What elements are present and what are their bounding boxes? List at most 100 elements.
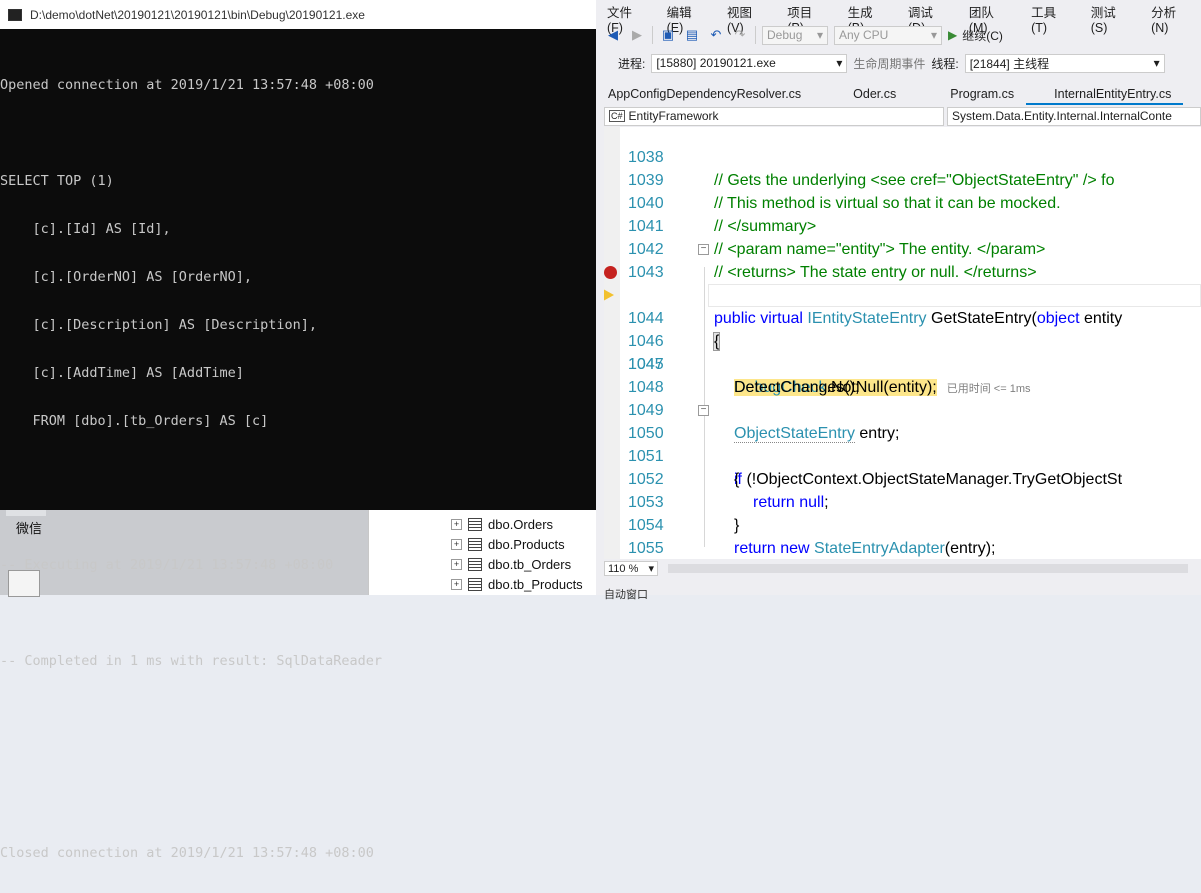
save-icon[interactable]: ▣ — [659, 26, 677, 44]
code-line[interactable]: 1055 } — [604, 514, 1201, 557]
menu-team[interactable]: 团队(M) — [958, 0, 1020, 35]
undo-icon[interactable]: ↶ — [707, 26, 725, 44]
code-line[interactable]: 1038 // Gets the underlying <see cref="O… — [604, 127, 1201, 189]
collapse-icon[interactable]: − — [698, 244, 709, 255]
tree-item-tb-orders[interactable]: + dbo.tb_Orders — [451, 555, 571, 573]
code-editor[interactable]: 1038 // Gets the underlying <see cref="O… — [604, 127, 1201, 559]
navigation-bar: C# EntityFramework System.Data.Entity.In… — [604, 106, 1201, 126]
zoom-value: 110 % — [608, 562, 639, 575]
autos-window-title[interactable]: 自动窗口 — [604, 586, 648, 602]
play-icon: ▶ — [948, 28, 958, 42]
config-select[interactable]: Debug ▾ — [762, 25, 828, 45]
code-line[interactable]: 1047 DetectChanges(); — [604, 330, 1201, 396]
code-line[interactable]: 1051 { — [604, 422, 1201, 488]
code-line[interactable]: 1043 − public virtual IEntityStateEntry … — [604, 238, 1201, 328]
save-all-icon[interactable]: ▤ — [683, 26, 701, 44]
collapse-icon[interactable]: − — [698, 405, 709, 416]
current-line-highlight — [708, 284, 1201, 307]
tab-oder[interactable]: Oder.cs — [813, 84, 908, 105]
editor-status-bar: 110 % ▾ — [604, 560, 1201, 577]
code-line[interactable]: 1056 — [604, 537, 1201, 559]
console-titlebar[interactable]: D:\demo\dotNet\20190121\20190121\bin\Deb… — [0, 0, 596, 29]
code-line[interactable]: 1053 } — [604, 468, 1201, 534]
code-line[interactable]: 1054 return new StateEntryAdapter(entry)… — [604, 491, 1201, 557]
table-icon — [468, 557, 482, 571]
lifecycle-events-button[interactable]: 生命周期事件 — [853, 55, 925, 72]
redo-icon[interactable]: ↷ — [731, 26, 749, 44]
menu-test[interactable]: 测试(S) — [1080, 0, 1140, 35]
platform-value: Any CPU — [839, 28, 889, 42]
tab-app-config-dependency-resolver[interactable]: AppConfigDependencyResolver.cs — [596, 84, 813, 105]
code-line[interactable]: 1050 − if (!ObjectContext.ObjectStateMan… — [604, 399, 1201, 489]
forward-icon[interactable]: ▶ — [628, 26, 646, 44]
code-line[interactable]: 1041 // <param name="entity"> The entity… — [604, 192, 1201, 258]
document-tabs: AppConfigDependencyResolver.cs Oder.cs P… — [596, 84, 1201, 105]
back-icon[interactable]: ◀ — [604, 26, 622, 44]
execution-arrow-icon[interactable] — [604, 289, 614, 301]
menu-edit[interactable]: 编辑(E) — [656, 0, 716, 35]
expand-icon[interactable]: + — [451, 538, 462, 550]
menu-debug[interactable]: 调试(D) — [897, 0, 958, 35]
console-line: [c].[Id] AS [Id], — [0, 221, 171, 237]
process-label: 进程: — [618, 56, 646, 71]
code-line[interactable]: 1049 ObjectStateEntry entry; — [604, 376, 1201, 443]
process-select[interactable]: [15880] 20190121.exe ▾ — [651, 53, 848, 73]
type-select[interactable]: System.Data.Entity.Internal.InternalCont… — [947, 106, 1201, 126]
console-line: SELECT TOP (1) — [0, 173, 114, 189]
tab-program[interactable]: Program.cs — [908, 84, 1026, 105]
breakpoint-icon[interactable] — [604, 266, 617, 279]
expand-icon[interactable]: + — [451, 558, 462, 570]
menu-build[interactable]: 生成(B) — [837, 0, 897, 35]
continue-button[interactable]: ▶ 继续(C) — [948, 27, 1003, 44]
expand-icon[interactable]: + — [451, 518, 462, 530]
member-value: System.Data.Entity.Internal.InternalCont… — [952, 109, 1172, 123]
current-code-line[interactable]: 1045 DebugCheck.NotNull(entity); 已用时间 <= … — [604, 284, 1201, 396]
menu-project[interactable]: 项目(P) — [776, 0, 836, 35]
code-line[interactable]: 1039 // This method is virtual so that i… — [604, 146, 1201, 212]
console-title: D:\demo\dotNet\20190121\20190121\bin\Deb… — [30, 7, 365, 22]
chevron-down-icon: ▾ — [1153, 56, 1160, 70]
project-value: EntityFramework — [628, 109, 719, 123]
process-value: [15880] 20190121.exe — [656, 56, 776, 70]
menu-file[interactable]: 文件(F) — [596, 0, 656, 35]
code-line[interactable]: 1046 — [604, 307, 1201, 350]
menu-tools[interactable]: 工具(T) — [1020, 0, 1080, 35]
tree-item-products[interactable]: + dbo.Products — [451, 535, 565, 553]
visual-studio-window: 文件(F) 编辑(E) 视图(V) 项目(P) 生成(B) 调试(D) 团队(M… — [596, 0, 1201, 601]
toolbar-separator — [755, 26, 756, 44]
thread-value: [21844] 主线程 — [969, 56, 1050, 71]
continue-label: 继续(C) — [962, 28, 1003, 43]
tree-item-label: dbo.tb_Orders — [488, 556, 572, 572]
thread-select[interactable]: [21844] 主线程 ▾ — [964, 53, 1165, 73]
menu-view[interactable]: 视图(V) — [716, 0, 776, 35]
horizontal-scrollbar[interactable] — [668, 564, 1188, 573]
server-explorer: + dbo.Orders + dbo.Products + dbo.tb_Ord… — [368, 508, 597, 595]
table-icon — [468, 577, 482, 591]
code-line[interactable]: 1044 { — [604, 261, 1201, 351]
console-line: -- Completed in 1 ms with result: SqlDat… — [0, 653, 383, 669]
code-line[interactable]: 1048 — [604, 353, 1201, 396]
chevron-down-icon: ▾ — [930, 28, 937, 42]
menu-analyze[interactable]: 分析(N) — [1140, 0, 1201, 35]
code-line[interactable]: 1040 // </summary> — [604, 169, 1201, 235]
chevron-down-icon: ▾ — [816, 28, 823, 42]
csharp-project-icon: C# — [609, 110, 625, 122]
project-select[interactable]: C# EntityFramework — [604, 106, 944, 126]
platform-select[interactable]: Any CPU ▾ — [834, 25, 942, 45]
code-line[interactable]: 1042 // <returns> The state entry or nul… — [604, 215, 1201, 281]
tree-item-orders[interactable]: + dbo.Orders — [451, 515, 553, 533]
tree-item-tb-products[interactable]: + dbo.tb_Products — [451, 575, 583, 593]
tab-internal-entity-entry[interactable]: InternalEntityEntry.cs — [1026, 84, 1184, 105]
console-line: [c].[OrderNO] AS [OrderNO], — [0, 269, 252, 285]
code-line[interactable]: 1052 return null; — [604, 445, 1201, 511]
zoom-select[interactable]: 110 % ▾ — [604, 561, 658, 576]
chevron-down-icon: ▾ — [648, 563, 654, 575]
expand-icon[interactable]: + — [451, 578, 462, 590]
